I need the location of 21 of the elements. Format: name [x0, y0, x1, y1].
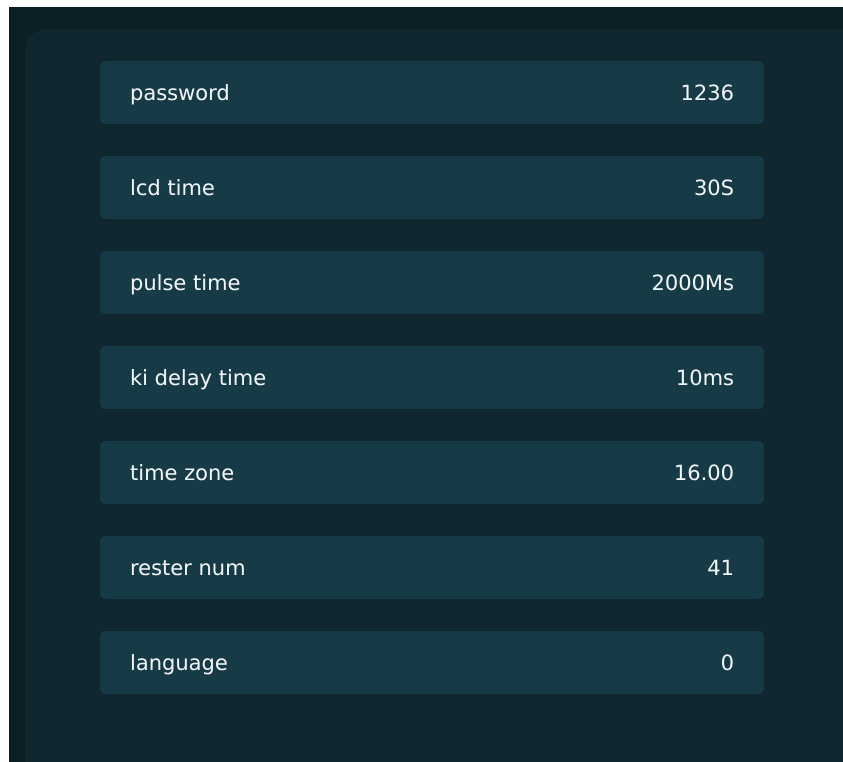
setting-value: 0	[720, 650, 734, 674]
setting-row[interactable]: password 1236	[100, 61, 764, 124]
setting-value: 16.00	[674, 460, 734, 484]
setting-row[interactable]: pulse time 2000Ms	[100, 251, 764, 314]
setting-row[interactable]: rester num 41	[100, 536, 764, 599]
setting-row[interactable]: language 0	[100, 631, 764, 694]
setting-value: 2000Ms	[651, 270, 734, 294]
setting-value: 41	[707, 556, 734, 580]
setting-label: password	[130, 80, 230, 104]
setting-row[interactable]: time zone 16.00	[100, 441, 764, 504]
setting-value: 1236	[680, 80, 734, 104]
setting-row[interactable]: ki delay time 10ms	[100, 346, 764, 409]
setting-label: time zone	[130, 460, 234, 484]
setting-label: pulse time	[130, 270, 240, 294]
setting-label: language	[130, 650, 228, 674]
setting-value: 10ms	[676, 366, 734, 390]
setting-label: rester num	[130, 556, 246, 580]
setting-value: 30S	[694, 176, 734, 200]
setting-row[interactable]: lcd time 30S	[100, 156, 764, 219]
setting-label: ki delay time	[130, 366, 266, 390]
setting-label: lcd time	[130, 176, 215, 200]
